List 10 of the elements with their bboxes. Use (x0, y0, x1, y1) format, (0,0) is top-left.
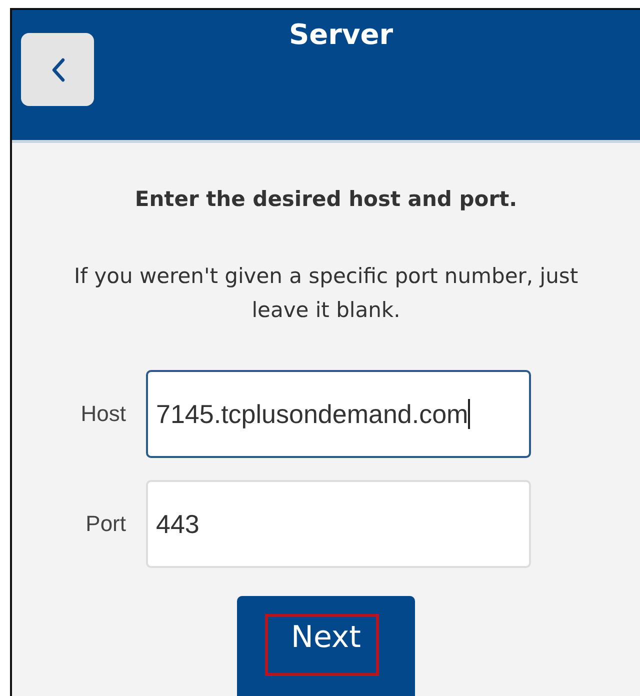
field-label: Host (80, 401, 126, 427)
next-button[interactable]: Next (237, 596, 415, 696)
input-field[interactable]: 7145.tcplusondemand.com (146, 370, 531, 458)
back-icon (50, 58, 64, 82)
field-label: Port (84, 511, 126, 537)
input-field[interactable]: 443 (146, 480, 531, 568)
instruction-text: If you weren't given a specific port number, just leave it blank. (72, 263, 580, 324)
page-title: Server (288, 17, 394, 51)
back-button[interactable] (21, 33, 94, 106)
instruction-heading: Enter the desired host and port. (134, 187, 518, 211)
